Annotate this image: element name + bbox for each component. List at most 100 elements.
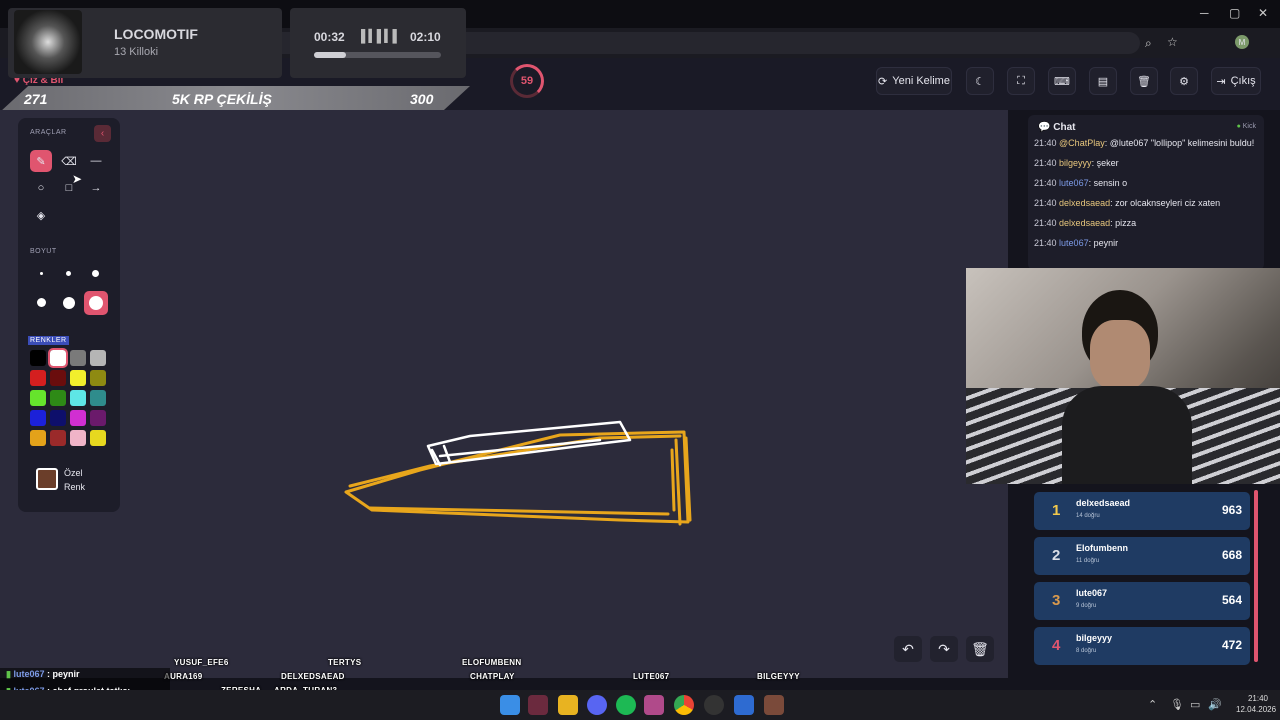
dark-mode-button[interactable]: ☾ <box>966 67 994 95</box>
color-swatch[interactable] <box>90 350 106 366</box>
correct-count: 8 doğru <box>1076 648 1097 654</box>
tray-chevron-icon[interactable]: ⌃ <box>1148 698 1157 711</box>
taskbar <box>0 690 1280 720</box>
redo-button[interactable]: ↷ <box>930 636 958 662</box>
new-word-button[interactable]: ⟳ Yeni Kelime <box>876 67 952 95</box>
color-swatch[interactable] <box>30 390 46 406</box>
player-label: LUTE067 <box>633 672 670 681</box>
arrow-tool[interactable]: → <box>85 177 107 199</box>
color-palette <box>30 348 114 446</box>
drawing-strokes <box>344 420 692 526</box>
file-explorer-icon[interactable] <box>558 695 578 715</box>
size-5-option[interactable] <box>63 297 75 309</box>
bookmark-star-icon[interactable]: ☆ <box>1167 35 1178 49</box>
drawing-canvas[interactable] <box>0 110 1008 678</box>
keyboard-button[interactable]: ⌨ <box>1048 67 1076 95</box>
chat-text: : sensin o <box>1088 178 1128 188</box>
color-swatch[interactable] <box>70 370 86 386</box>
color-swatch[interactable] <box>50 370 66 386</box>
pen-tool[interactable]: ✎ <box>30 150 52 172</box>
chat-username[interactable]: delxedsaead <box>1059 198 1110 208</box>
custom-color-swatch[interactable] <box>36 468 58 490</box>
chat-text: : @lute067 "lollipop" kelimesini buldu! <box>1104 138 1255 148</box>
fullscreen-button[interactable]: ⛶ <box>1007 67 1035 95</box>
circle-tool[interactable]: ○ <box>30 177 52 199</box>
line-tool[interactable]: — <box>85 150 107 172</box>
color-swatch[interactable] <box>50 430 66 446</box>
game-icon[interactable] <box>644 695 664 715</box>
eraser-tool[interactable]: ⌫ <box>58 150 80 172</box>
discord-icon[interactable] <box>587 695 607 715</box>
zoom-icon[interactable]: ⌕ <box>1145 36 1152 51</box>
settings-button[interactable]: ⚙ <box>1170 67 1198 95</box>
chat-text: : peynir <box>1088 238 1119 248</box>
clear-canvas-button[interactable]: 🗑 <box>966 636 994 662</box>
archive-icon: ▤ <box>1097 75 1109 88</box>
color-swatch[interactable] <box>70 410 86 426</box>
app-icon[interactable] <box>528 695 548 715</box>
spotify-icon[interactable] <box>616 695 636 715</box>
rank: 2 <box>1052 547 1061 564</box>
arrow-icon: → <box>90 182 102 194</box>
player-name: lute067 <box>1076 588 1108 598</box>
color-swatch[interactable] <box>70 390 86 406</box>
chat-username[interactable]: @ChatPlay <box>1059 138 1105 148</box>
minimize-icon[interactable]: ─ <box>1200 6 1209 20</box>
chrome-icon[interactable] <box>674 695 694 715</box>
color-swatch[interactable] <box>90 370 106 386</box>
size-2-option[interactable] <box>66 271 71 276</box>
volume-icon[interactable]: 🔊 <box>1208 698 1222 711</box>
color-swatch[interactable] <box>30 350 46 366</box>
display-icon[interactable]: ▭ <box>1190 698 1200 711</box>
microphone-icon[interactable]: 🎙 <box>1170 698 1184 711</box>
chat-message: 21:40 lute067: peynir <box>1034 237 1256 249</box>
custom-color-label[interactable]: Özel Renk <box>64 466 85 494</box>
color-swatch[interactable] <box>70 350 86 366</box>
color-swatch[interactable] <box>30 370 46 386</box>
chat-username[interactable]: lute067 <box>1059 178 1089 188</box>
app2-icon[interactable] <box>764 695 784 715</box>
size-1-option[interactable] <box>40 272 43 275</box>
logout-button[interactable]: ⇥ Çıkış <box>1211 67 1261 95</box>
leaderboard-scrollbar[interactable] <box>1254 490 1258 662</box>
collapse-panel-button[interactable]: ‹ <box>94 125 111 142</box>
system-clock[interactable]: 21:40 12.04.2026 <box>1236 693 1276 715</box>
windows-start-icon[interactable] <box>500 695 520 715</box>
chat-username[interactable]: bilgeyyy <box>1059 158 1092 168</box>
chat-username[interactable]: delxedsaead <box>1059 218 1110 228</box>
event-banner: 271 5K RP ÇEKİLİŞ 300 <box>0 86 470 112</box>
color-swatch[interactable] <box>90 390 106 406</box>
chat-time: 21:40 <box>1034 138 1057 148</box>
color-swatch[interactable] <box>30 430 46 446</box>
tools-panel: ARAÇLAR ‹ ✎ ⌫ — ○ □ → ◈ BOYUT RENKLER Öz… <box>18 118 120 512</box>
rank: 4 <box>1052 637 1061 654</box>
color-swatch[interactable] <box>30 410 46 426</box>
size-3-option[interactable] <box>92 270 99 277</box>
store-icon[interactable] <box>734 695 754 715</box>
color-swatch[interactable] <box>90 410 106 426</box>
color-swatch[interactable] <box>50 390 66 406</box>
waveform-icon: ▌▍▌▍▌ <box>361 29 401 43</box>
archive-button[interactable]: ▤ <box>1089 67 1117 95</box>
size-6-option[interactable] <box>84 291 108 315</box>
logout-icon: ⇥ <box>1216 75 1226 88</box>
fill-tool[interactable]: ◈ <box>30 204 52 226</box>
chat-message: 21:40 bilgeyyy: şeker <box>1034 157 1256 169</box>
webcam-feed <box>966 268 1280 484</box>
undo-button[interactable]: ↶ <box>894 636 922 662</box>
color-swatch[interactable] <box>90 430 106 446</box>
chat-username[interactable]: lute067 <box>1059 238 1089 248</box>
maximize-icon[interactable]: ▢ <box>1229 6 1240 20</box>
color-swatch[interactable] <box>50 410 66 426</box>
obs-icon[interactable] <box>704 695 724 715</box>
clear-button[interactable]: 🗑 <box>1130 67 1158 95</box>
music-progress-track <box>314 52 441 58</box>
size-6-dot <box>89 296 103 310</box>
color-swatch[interactable] <box>70 430 86 446</box>
close-icon[interactable]: ✕ <box>1258 6 1268 20</box>
player-label: BILGEYYY <box>757 672 800 681</box>
size-4-option[interactable] <box>37 298 46 307</box>
total-time: 02:10 <box>410 30 441 44</box>
color-swatch[interactable] <box>48 348 68 368</box>
profile-avatar[interactable]: M <box>1235 35 1249 49</box>
